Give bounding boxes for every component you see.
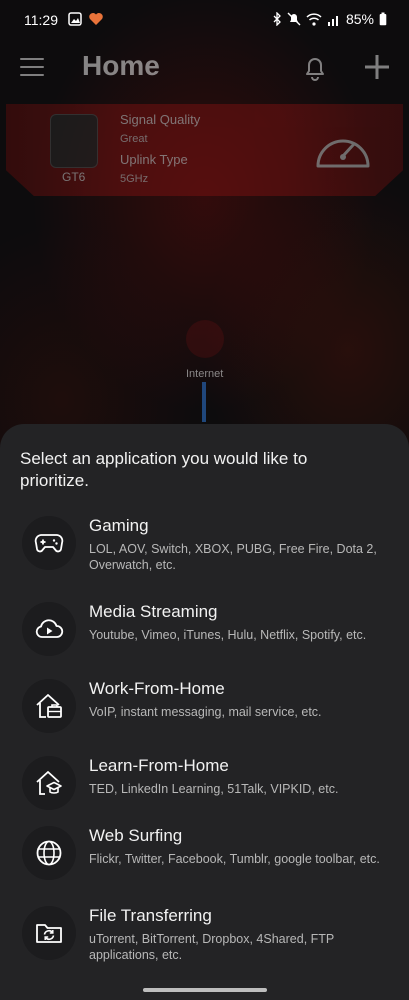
- app-item-work-from-home[interactable]: Work-From-Home VoIP, instant messaging, …: [0, 679, 409, 749]
- home-gesture-bar[interactable]: [143, 988, 267, 992]
- app-item-description: TED, LinkedIn Learning, 51Talk, VIPKID, …: [89, 782, 339, 796]
- speedometer-icon[interactable]: [312, 126, 374, 172]
- top-app-bar: Home: [0, 42, 409, 98]
- battery-icon: [379, 12, 387, 26]
- uplink-type-label: Uplink Type: [120, 152, 188, 167]
- bell-icon[interactable]: [302, 54, 328, 82]
- app-item-file-transferring[interactable]: File Transferring uTorrent, BitTorrent, …: [0, 906, 409, 976]
- app-item-title: File Transferring: [89, 906, 212, 925]
- app-item-gaming[interactable]: Gaming LOL, AOV, Switch, XBOX, PUBG, Fre…: [0, 516, 409, 586]
- router-status-card[interactable]: GT6 Signal Quality Great Uplink Type 5GH…: [6, 104, 403, 196]
- signal-quality-value: Great: [120, 133, 148, 145]
- wifi-icon: [306, 12, 322, 26]
- app-item-learn-from-home[interactable]: Learn-From-Home TED, LinkedIn Learning, …: [0, 756, 409, 826]
- gamepad-icon: [22, 516, 76, 570]
- heart-app-icon: [89, 13, 103, 25]
- bluetooth-icon: [273, 12, 281, 26]
- app-item-title: Media Streaming: [89, 602, 218, 621]
- home-graduation-icon: [22, 756, 76, 810]
- router-image: [50, 114, 98, 168]
- signal-quality-label: Signal Quality: [120, 112, 201, 127]
- app-item-description: uTorrent, BitTorrent, Dropbox, 4Shared, …: [89, 932, 335, 962]
- cloud-play-icon: [22, 602, 76, 656]
- sheet-title: Select an application you would like to …: [20, 449, 308, 490]
- add-icon[interactable]: [362, 52, 392, 82]
- home-briefcase-icon: [22, 679, 76, 733]
- uplink-type-value: 5GHz: [120, 173, 149, 185]
- application-priority-sheet: Select an application you would like to …: [0, 424, 409, 1000]
- mute-icon: [287, 12, 301, 26]
- app-item-media-streaming[interactable]: Media Streaming Youtube, Vimeo, iTunes, …: [0, 602, 409, 672]
- battery-percent: 85%: [345, 11, 374, 27]
- signal-icon: [327, 15, 338, 26]
- status-time: 11:29: [24, 12, 58, 28]
- page-title: Home: [82, 50, 160, 81]
- gallery-icon: [68, 12, 82, 26]
- app-item-title: Work-From-Home: [89, 679, 225, 698]
- status-bar: 11:29 85%: [0, 0, 409, 40]
- app-item-title: Learn-From-Home: [89, 756, 229, 775]
- folder-sync-icon: [22, 906, 76, 960]
- router-name: GT6: [62, 170, 86, 184]
- app-item-title: Web Surfing: [89, 826, 183, 845]
- app-item-title: Gaming: [89, 516, 149, 535]
- connection-line: [202, 382, 206, 422]
- app-item-web-surfing[interactable]: Web Surfing Flickr, Twitter, Facebook, T…: [0, 826, 409, 896]
- internet-label: Internet: [186, 368, 224, 380]
- app-item-description: Flickr, Twitter, Facebook, Tumblr, googl…: [89, 852, 380, 866]
- app-item-description: Youtube, Vimeo, iTunes, Hulu, Netflix, S…: [89, 628, 367, 642]
- hamburger-menu-icon[interactable]: [20, 58, 44, 76]
- app-item-description: LOL, AOV, Switch, XBOX, PUBG, Free Fire,…: [89, 542, 377, 572]
- globe-icon: [22, 826, 76, 880]
- app-item-description: VoIP, instant messaging, mail service, e…: [89, 705, 322, 719]
- internet-globe-icon[interactable]: [186, 320, 224, 358]
